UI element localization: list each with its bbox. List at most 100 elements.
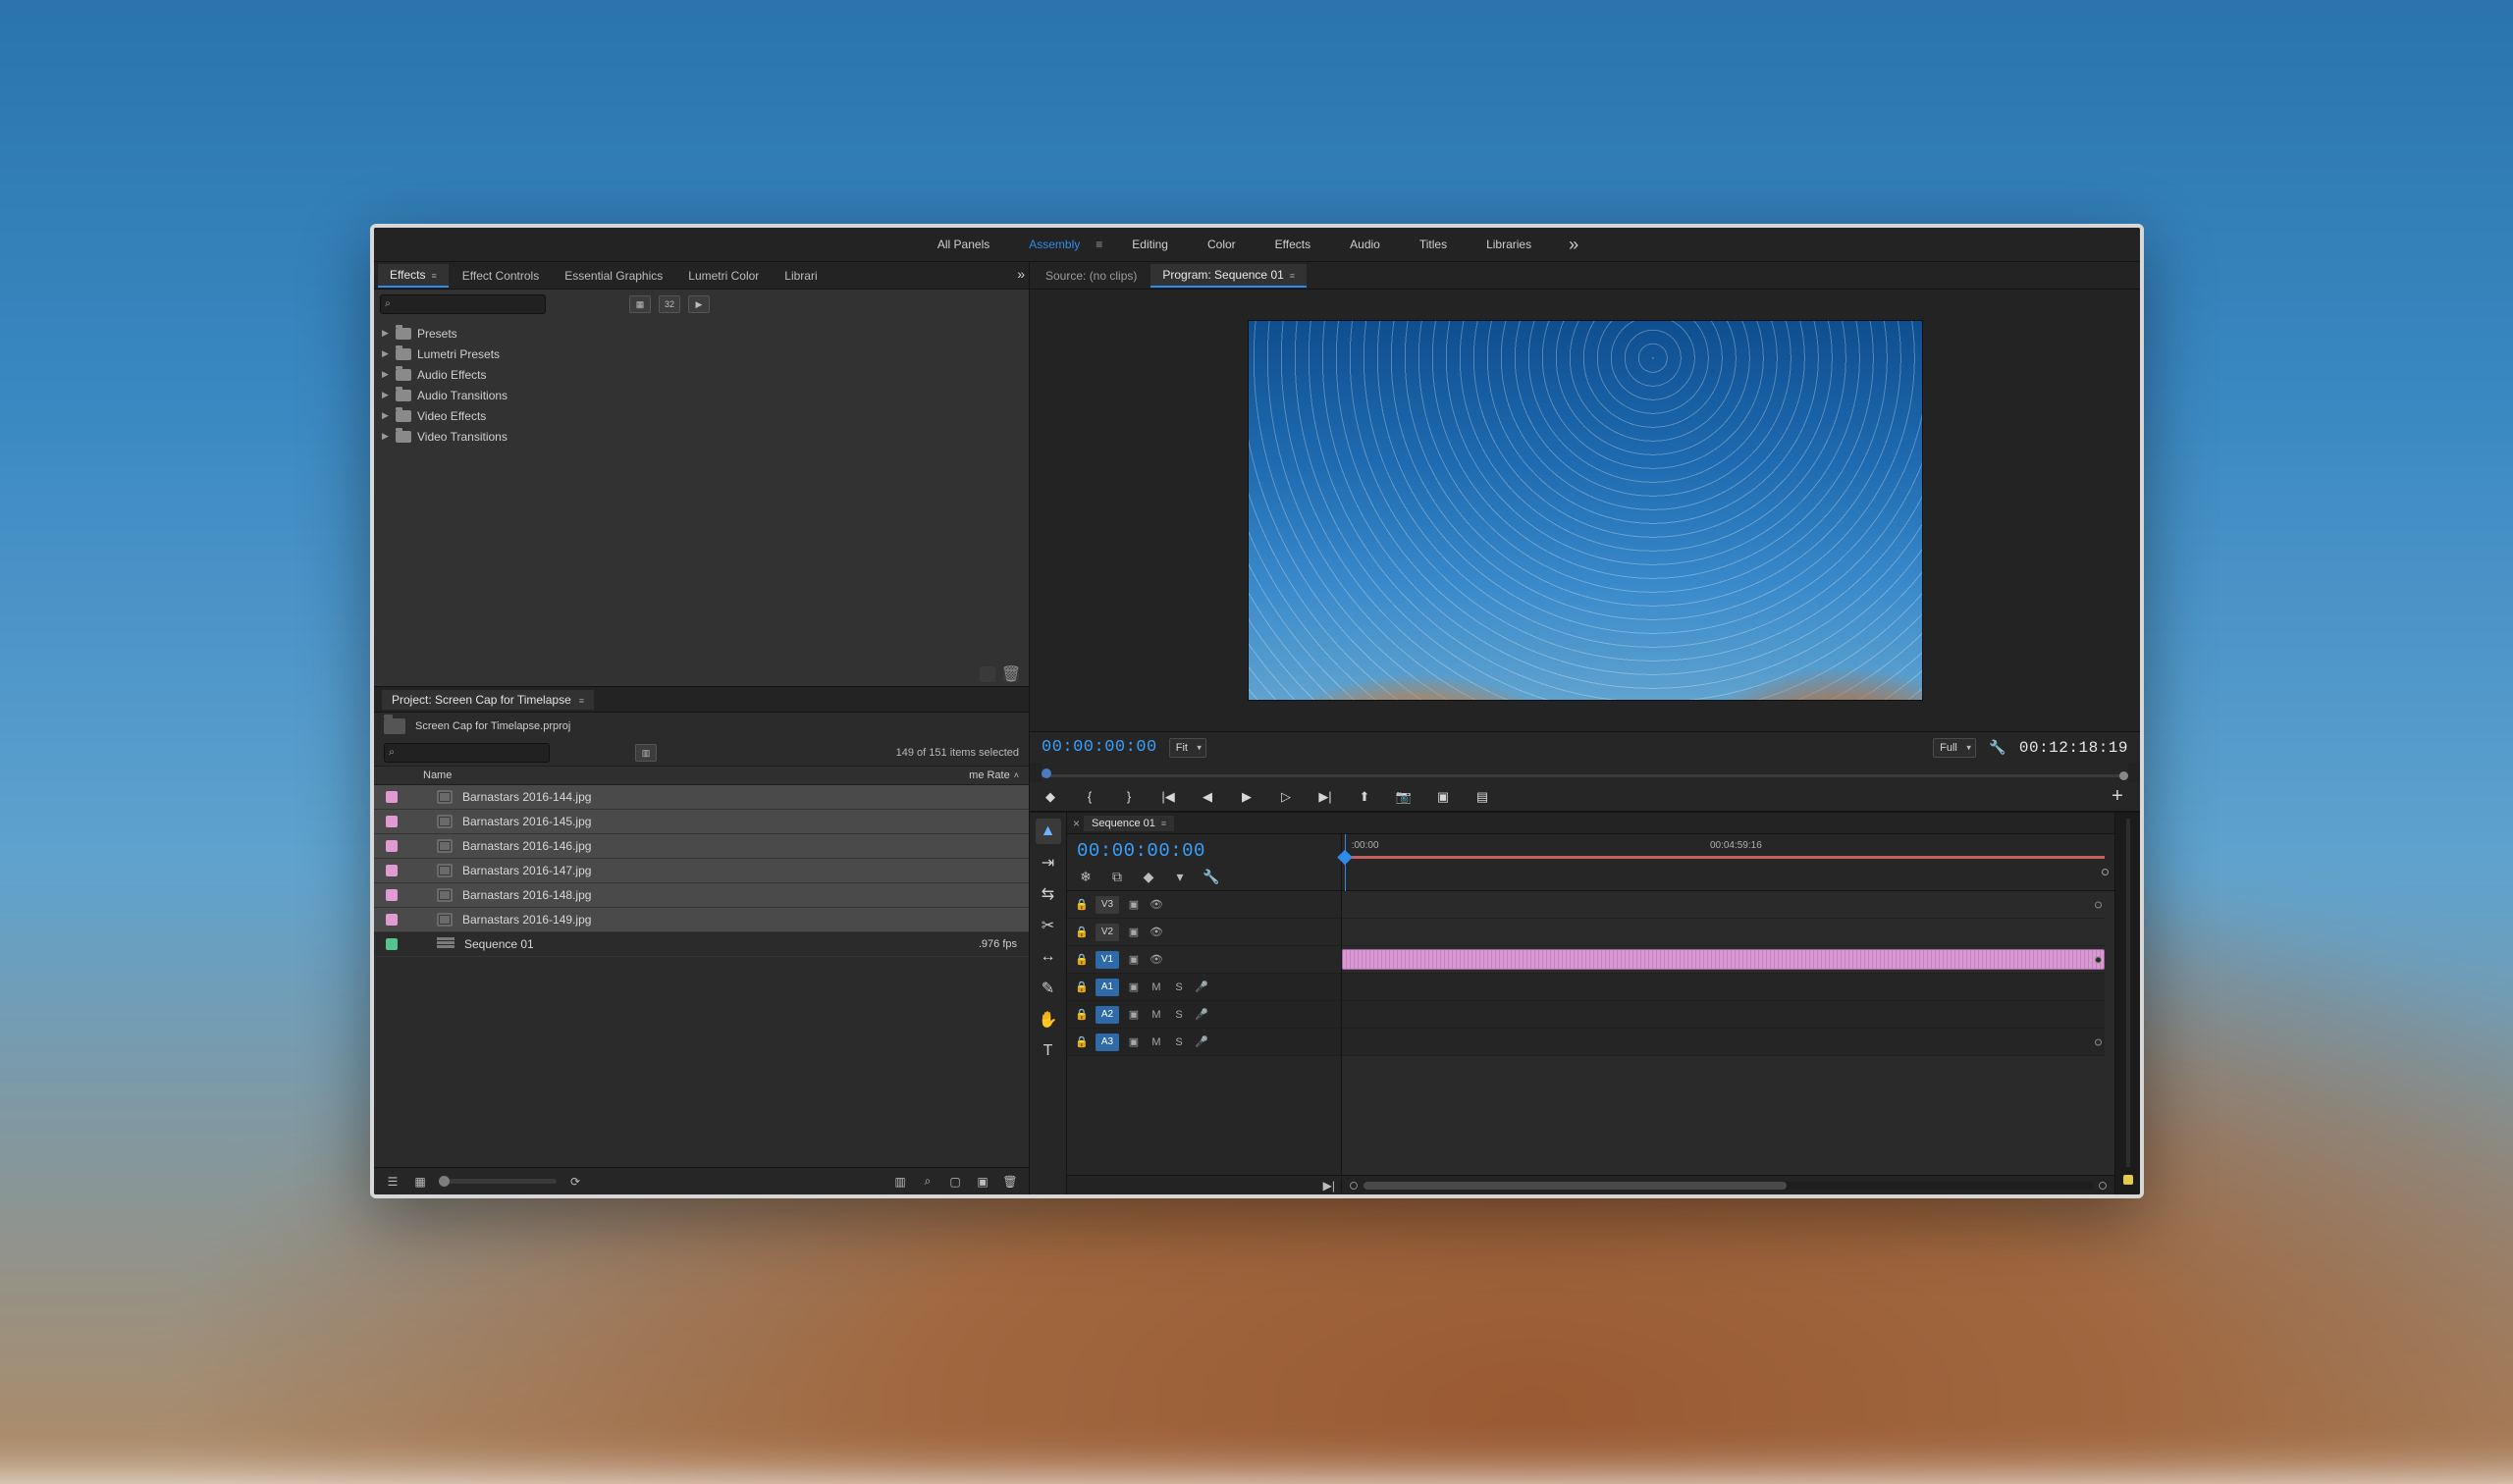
track-id[interactable]: A2 xyxy=(1096,1006,1119,1024)
new-search-bin-icon[interactable]: ▥ xyxy=(635,744,657,762)
fx-badge-accelerated-icon[interactable]: ▦ xyxy=(629,295,651,313)
extract-icon[interactable]: 📷 xyxy=(1395,788,1413,806)
lift-icon[interactable]: ⬆ xyxy=(1356,788,1373,806)
type-tool-icon[interactable]: T xyxy=(1036,1038,1061,1064)
panel-menu-icon[interactable]: ≡ xyxy=(431,271,436,281)
track-id[interactable]: A3 xyxy=(1096,1034,1119,1051)
timeline-horizontal-scrollbar[interactable] xyxy=(1342,1182,2114,1190)
track-id[interactable]: V1 xyxy=(1096,951,1119,969)
effects-category[interactable]: ▶Audio Effects xyxy=(374,364,1029,385)
workspace-all-panels[interactable]: All Panels xyxy=(928,234,999,255)
work-area-end-handle[interactable] xyxy=(2102,869,2109,875)
timeline-display-icon[interactable]: ▾ xyxy=(1171,868,1189,885)
workspace-menu-icon[interactable]: ≡ xyxy=(1096,238,1102,251)
lock-icon[interactable]: 🔒 xyxy=(1075,1008,1089,1021)
track-select-tool-icon[interactable]: ⇥ xyxy=(1036,850,1061,875)
workspace-effects[interactable]: Effects xyxy=(1265,234,1320,255)
list-view-icon[interactable]: ☰ xyxy=(384,1174,401,1190)
audio-level-meter[interactable] xyxy=(2114,813,2140,1194)
automate-to-sequence-icon[interactable]: ▥ xyxy=(891,1174,909,1190)
effects-category[interactable]: ▶Video Transitions xyxy=(374,426,1029,447)
tab-essential-graphics[interactable]: Essential Graphics xyxy=(553,265,674,287)
lane-end-handle[interactable] xyxy=(2095,901,2102,908)
slip-tool-icon[interactable]: ↔ xyxy=(1036,944,1061,970)
lock-icon[interactable]: 🔒 xyxy=(1075,926,1089,938)
new-item-icon[interactable]: ▣ xyxy=(974,1174,991,1190)
workspace-overflow-icon[interactable]: » xyxy=(1561,235,1586,255)
tab-effect-controls[interactable]: Effect Controls xyxy=(451,265,551,287)
effects-category[interactable]: ▶Lumetri Presets xyxy=(374,344,1029,364)
track-header-a2[interactable]: 🔒A2▣MS🎤 xyxy=(1067,1001,1341,1029)
export-frame-icon[interactable]: ▣ xyxy=(1434,788,1452,806)
razor-tool-icon[interactable]: ✂ xyxy=(1036,913,1061,938)
new-bin-icon[interactable]: ▢ xyxy=(946,1174,964,1190)
play-icon[interactable]: ▶ xyxy=(1238,788,1256,806)
tab-effects[interactable]: Effects≡ xyxy=(378,264,449,288)
workspace-assembly[interactable]: Assembly xyxy=(1019,234,1090,255)
workspace-editing[interactable]: Editing xyxy=(1122,234,1178,255)
tab-libraries-truncated[interactable]: Librari xyxy=(773,265,829,287)
toggle-sync-lock-icon[interactable]: ▣ xyxy=(1126,980,1142,994)
track-header-v3[interactable]: 🔒V3▣👁 xyxy=(1067,891,1341,919)
project-item[interactable]: Barnastars 2016-145.jpg xyxy=(374,810,1029,834)
program-monitor-view[interactable] xyxy=(1030,290,2140,731)
project-item[interactable]: Barnastars 2016-147.jpg xyxy=(374,859,1029,883)
linked-selection-icon[interactable]: ⧉ xyxy=(1108,868,1126,885)
monitor-scrubber[interactable] xyxy=(1042,763,2128,782)
sort-ascending-icon[interactable]: ˄ xyxy=(1014,770,1019,780)
workspace-audio[interactable]: Audio xyxy=(1340,234,1390,255)
mark-out-icon[interactable]: } xyxy=(1120,788,1138,806)
fx-badge-yuv-icon[interactable]: ▶ xyxy=(688,295,710,313)
effects-category[interactable]: ▶Audio Transitions xyxy=(374,385,1029,405)
toggle-sync-lock-icon[interactable]: ▣ xyxy=(1126,898,1142,912)
go-to-out-icon[interactable]: ▶| xyxy=(1316,788,1334,806)
voiceover-icon[interactable]: 🎤 xyxy=(1194,980,1209,994)
lock-icon[interactable]: 🔒 xyxy=(1075,980,1089,993)
scrollbar-handle-left[interactable] xyxy=(1350,1182,1358,1190)
effects-category[interactable]: ▶Presets xyxy=(374,323,1029,344)
mute-icon[interactable]: M xyxy=(1149,1008,1164,1022)
panel-menu-icon[interactable]: ≡ xyxy=(1161,819,1166,828)
selection-tool-icon[interactable]: ▲ xyxy=(1036,819,1061,844)
tab-overflow-icon[interactable]: » xyxy=(1017,266,1025,282)
playhead-icon[interactable] xyxy=(1042,768,1051,778)
ripple-edit-tool-icon[interactable]: ⇆ xyxy=(1036,881,1061,907)
toggle-sync-lock-icon[interactable]: ▣ xyxy=(1126,926,1142,939)
column-name[interactable]: Name xyxy=(423,769,452,781)
scrollbar-thumb[interactable] xyxy=(1363,1182,1787,1190)
snap-toggle-icon[interactable]: ❄ xyxy=(1077,868,1095,885)
scrubber-end-handle[interactable] xyxy=(2119,771,2128,780)
trash-icon[interactable]: 🗑 xyxy=(1001,1174,1019,1190)
effects-category[interactable]: ▶Video Effects xyxy=(374,405,1029,426)
resolution-dropdown[interactable]: Full▾ xyxy=(1933,738,1976,758)
solo-icon[interactable]: S xyxy=(1171,1035,1187,1049)
toggle-track-output-icon[interactable]: 👁 xyxy=(1149,898,1164,912)
track-header-a3[interactable]: 🔒A3▣MS🎤 xyxy=(1067,1029,1341,1056)
toggle-sync-lock-icon[interactable]: ▣ xyxy=(1126,1008,1142,1022)
project-item[interactable]: Barnastars 2016-144.jpg xyxy=(374,785,1029,810)
scrollbar-handle-right[interactable] xyxy=(2099,1182,2107,1190)
add-marker-icon[interactable]: ◆ xyxy=(1042,788,1059,806)
track-header-v2[interactable]: 🔒V2▣👁 xyxy=(1067,919,1341,946)
panel-menu-icon[interactable]: ≡ xyxy=(579,696,584,706)
find-icon[interactable]: ⌕ xyxy=(919,1174,936,1190)
track-header-v1[interactable]: 🔒V1▣👁 xyxy=(1067,946,1341,974)
step-back-icon[interactable]: ◀ xyxy=(1199,788,1216,806)
project-item-list[interactable]: Barnastars 2016-144.jpg Barnastars 2016-… xyxy=(374,785,1029,1167)
settings-wrench-icon[interactable]: 🔧 xyxy=(1203,868,1220,885)
fx-badge-32bit-icon[interactable]: 32 xyxy=(659,295,680,313)
project-item[interactable]: Barnastars 2016-149.jpg xyxy=(374,908,1029,932)
go-to-in-icon[interactable]: |◀ xyxy=(1159,788,1177,806)
add-marker-icon[interactable]: ◆ xyxy=(1140,868,1157,885)
lock-icon[interactable]: 🔒 xyxy=(1075,953,1089,966)
zoom-fit-dropdown[interactable]: Fit▾ xyxy=(1169,738,1206,758)
lane-end-handle[interactable] xyxy=(2095,1038,2102,1045)
toggle-track-output-icon[interactable]: 👁 xyxy=(1149,926,1164,939)
skip-to-end-icon[interactable]: ▶| xyxy=(1323,1179,1335,1192)
video-clip[interactable] xyxy=(1342,949,2105,970)
tab-project[interactable]: Project: Screen Cap for Timelapse≡ xyxy=(382,690,594,710)
lock-icon[interactable]: 🔒 xyxy=(1075,1035,1089,1048)
tab-sequence[interactable]: Sequence 01≡ xyxy=(1084,816,1174,831)
track-header-a1[interactable]: 🔒A1▣MS🎤 xyxy=(1067,974,1341,1001)
current-timecode[interactable]: 00:00:00:00 xyxy=(1042,738,1157,757)
